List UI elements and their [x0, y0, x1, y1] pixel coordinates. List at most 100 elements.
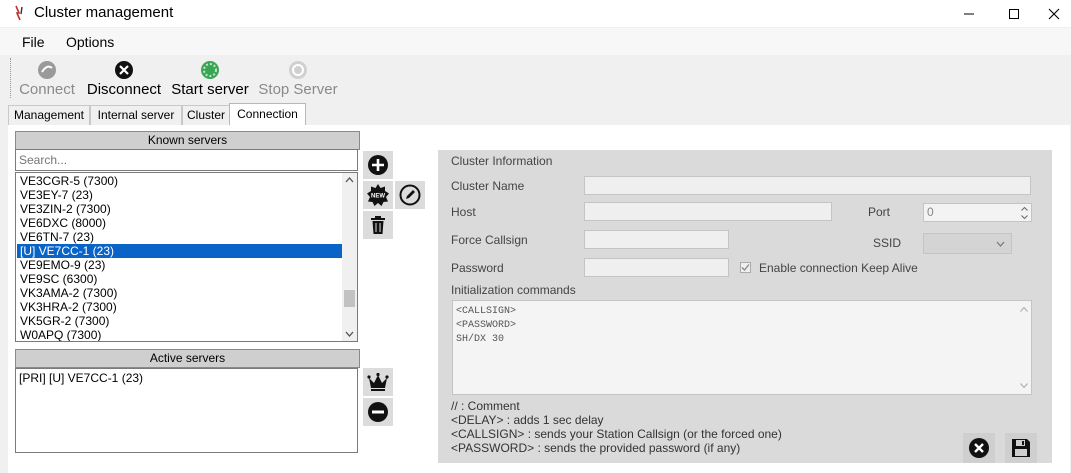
port-spinbox[interactable]: 0 — [923, 203, 1032, 222]
tab-management[interactable]: Management — [8, 105, 90, 125]
list-item[interactable]: [PRI] [U] VE7CC-1 (23) — [16, 371, 357, 385]
close-icon — [1048, 8, 1059, 19]
list-item-selected[interactable]: [U] VE7CC-1 (23) — [17, 244, 342, 258]
start-server-icon — [201, 61, 219, 79]
disconnect-icon — [115, 61, 133, 79]
search-box — [15, 149, 358, 171]
help-callsign: <CALLSIGN> : sends your Station Callsign… — [451, 427, 782, 441]
app-icon — [14, 5, 26, 21]
host-label: Host — [451, 205, 476, 219]
trash-icon — [371, 216, 385, 234]
connect-icon — [38, 61, 56, 79]
list-item[interactable]: VE9EMO-9 (23) — [17, 258, 342, 272]
new-server-button[interactable]: NEW — [363, 181, 393, 209]
port-label: Port — [868, 205, 891, 219]
disconnect-label: Disconnect — [86, 81, 162, 98]
tab-connection[interactable]: Connection — [229, 103, 306, 126]
toolbar-grip — [10, 58, 12, 98]
cluster-name-label: Cluster Name — [451, 179, 525, 193]
spin-up-icon[interactable] — [1021, 207, 1028, 211]
cluster-info-title: Cluster Information — [451, 154, 553, 168]
menu-options[interactable]: Options — [66, 34, 114, 50]
scroll-thumb[interactable] — [344, 290, 355, 307]
tab-internal-server[interactable]: Internal server — [90, 105, 182, 125]
minus-icon — [368, 402, 388, 422]
new-badge-icon: NEW — [367, 184, 389, 206]
search-input[interactable] — [17, 151, 351, 168]
checkmark-icon — [741, 264, 750, 271]
list-item[interactable]: VK3AMA-2 (7300) — [17, 286, 342, 300]
known-servers-scrollbar[interactable] — [342, 173, 357, 341]
active-servers-header: Active servers — [15, 349, 360, 368]
force-callsign-input[interactable] — [584, 230, 729, 249]
active-servers-list[interactable]: [PRI] [U] VE7CC-1 (23) — [15, 368, 358, 453]
list-item[interactable]: VE9SC (6300) — [17, 272, 342, 286]
password-input[interactable] — [584, 258, 729, 277]
list-item[interactable]: VE3ZIN-2 (7300) — [17, 202, 342, 216]
init-line: <CALLSIGN> — [456, 306, 517, 317]
list-item[interactable]: VK5GR-2 (7300) — [17, 314, 342, 328]
edit-server-button[interactable] — [395, 181, 425, 209]
help-password: <PASSWORD> : sends the provided password… — [451, 441, 741, 455]
menu-file[interactable]: File — [22, 34, 45, 50]
known-servers-header: Known servers — [15, 131, 360, 150]
textarea-scrollbar[interactable] — [1017, 301, 1031, 394]
force-callsign-label: Force Callsign — [451, 233, 528, 247]
host-input[interactable] — [584, 202, 832, 221]
connect-label: Connect — [19, 81, 75, 98]
scroll-up-icon[interactable] — [1020, 307, 1028, 312]
minimize-icon — [964, 13, 974, 14]
known-servers-list[interactable]: VE3CGR-5 (7300) VE3EY-7 (23) VE3ZIN-2 (7… — [15, 172, 358, 342]
minimize-button[interactable] — [946, 0, 992, 27]
disconnect-button[interactable]: Disconnect — [84, 58, 164, 100]
password-label: Password — [451, 261, 504, 275]
scroll-up-icon[interactable] — [345, 177, 354, 183]
maximize-icon — [1009, 8, 1019, 19]
list-item[interactable]: W0APQ (7300) — [17, 328, 342, 341]
list-item[interactable]: VE6DXC (8000) — [17, 216, 342, 230]
scroll-down-icon[interactable] — [1020, 383, 1028, 388]
chevron-down-icon — [996, 241, 1005, 247]
list-item[interactable]: VK3HRA-2 (7300) — [17, 300, 342, 314]
list-item[interactable]: VE3EY-7 (23) — [17, 188, 342, 202]
start-server-label: Start server — [171, 81, 249, 98]
cancel-button[interactable] — [963, 433, 995, 463]
maximize-button[interactable] — [991, 0, 1037, 27]
set-primary-button[interactable] — [363, 368, 393, 396]
stop-server-button[interactable]: Stop Server — [257, 58, 339, 100]
cluster-name-input[interactable] — [584, 176, 1031, 195]
init-line: SH/DX 30 — [456, 334, 505, 345]
save-button[interactable] — [1005, 433, 1037, 463]
plus-icon — [368, 155, 388, 175]
start-server-button[interactable]: Start server — [170, 58, 250, 100]
remove-active-button[interactable] — [363, 398, 393, 426]
window-title: Cluster management — [34, 4, 174, 21]
add-server-button[interactable] — [363, 151, 393, 179]
tab-cluster[interactable]: Cluster — [182, 105, 230, 125]
spin-down-icon[interactable] — [1021, 215, 1028, 219]
ssid-label: SSID — [873, 236, 902, 250]
scroll-down-icon[interactable] — [345, 331, 354, 337]
port-value: 0 — [927, 205, 934, 219]
edit-icon — [399, 184, 421, 206]
svg-text:NEW: NEW — [371, 194, 385, 200]
ssid-select[interactable] — [923, 233, 1012, 254]
save-icon — [1012, 439, 1030, 457]
help-comment: // : Comment — [451, 399, 520, 413]
init-commands-textarea[interactable]: <CALLSIGN> <PASSWORD> SH/DX 30 — [452, 300, 1032, 395]
stop-server-label: Stop Server — [258, 81, 338, 98]
connect-button[interactable]: Connect — [17, 58, 77, 100]
help-delay: <DELAY> : adds 1 sec delay — [451, 413, 604, 427]
delete-server-button[interactable] — [363, 211, 393, 239]
menu-bar — [0, 28, 1071, 55]
stop-server-icon — [289, 61, 307, 79]
init-line: <PASSWORD> — [456, 320, 517, 331]
cancel-icon — [969, 438, 989, 458]
list-item[interactable]: VE6TN-7 (23) — [17, 230, 342, 244]
crown-icon — [367, 372, 389, 391]
init-commands-label: Initialization commands — [451, 283, 576, 297]
keep-alive-label: Enable connection Keep Alive — [759, 261, 918, 275]
list-item[interactable]: VE3CGR-5 (7300) — [17, 174, 342, 188]
close-window-button[interactable] — [1036, 0, 1071, 27]
keep-alive-checkbox[interactable] — [740, 262, 751, 273]
